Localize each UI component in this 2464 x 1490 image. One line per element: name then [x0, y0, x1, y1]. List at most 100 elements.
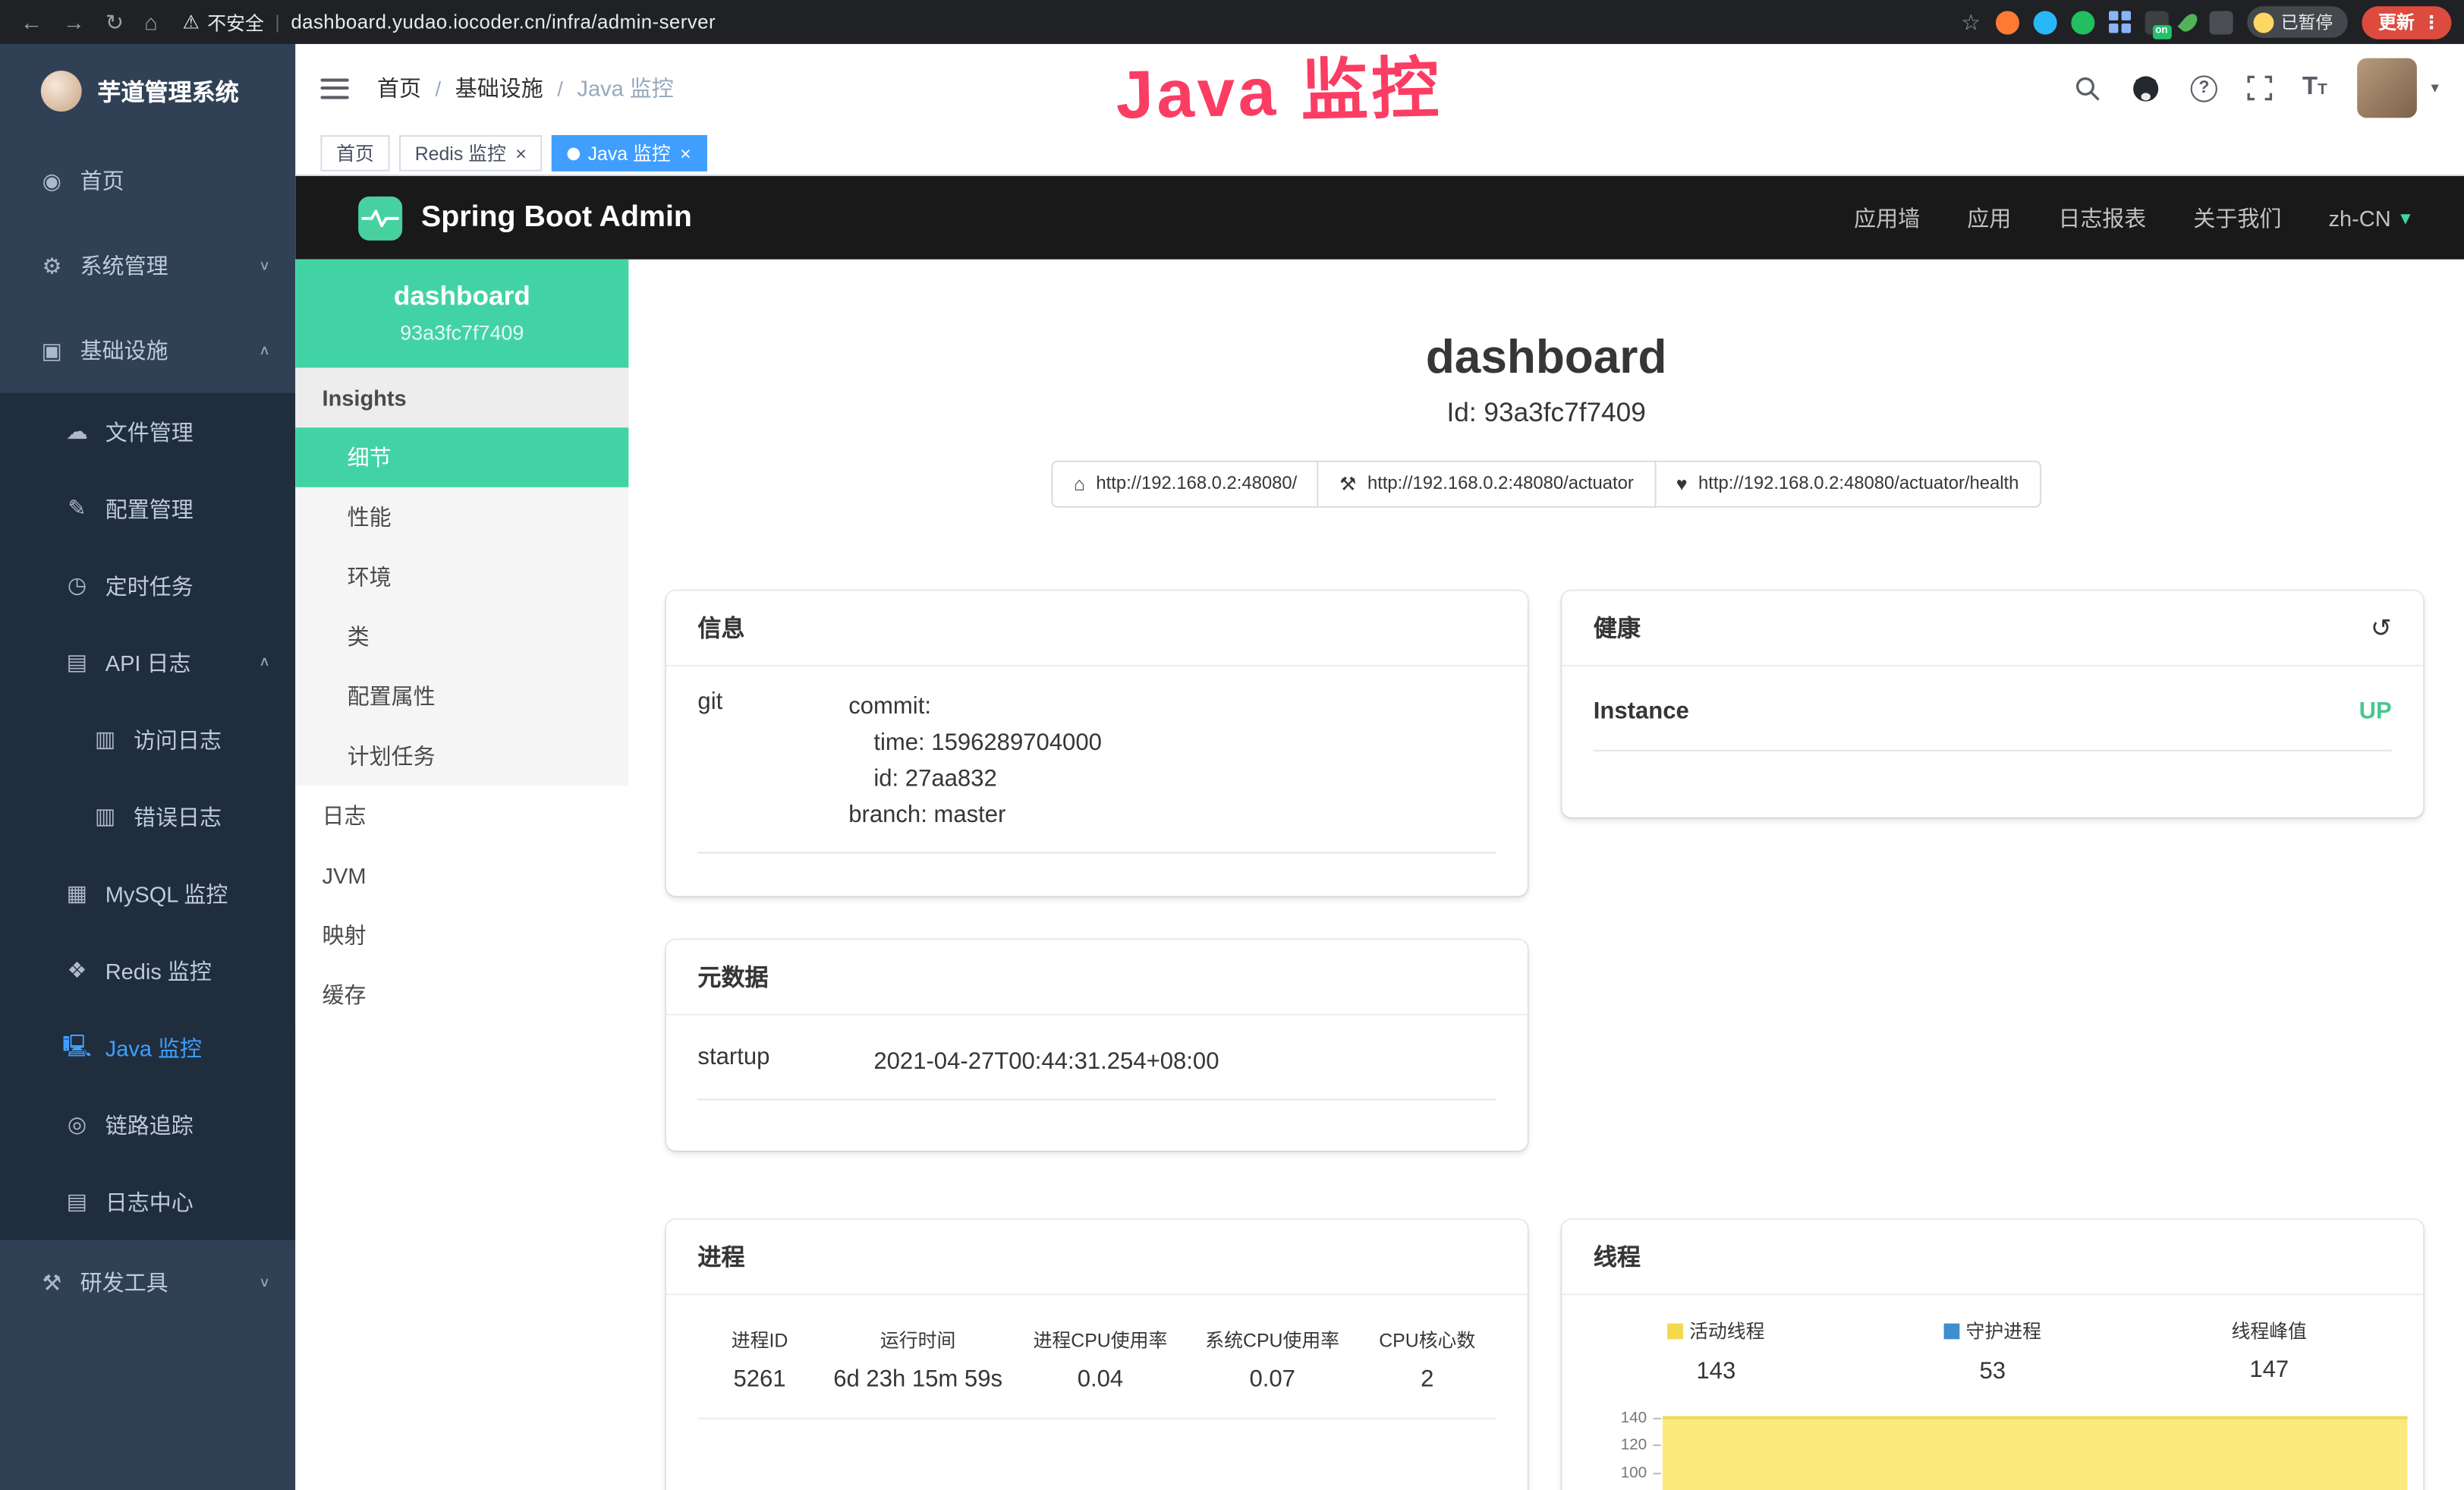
menu-item-scheduled-tasks[interactable]: 计划任务 [295, 726, 628, 786]
menu-item-beans[interactable]: 类 [295, 606, 628, 666]
security-label: 不安全 [207, 8, 264, 35]
sidebar-item-system-mgmt[interactable]: ⚙ 系统管理 ∨ [0, 223, 295, 308]
chrome-update-button[interactable]: 更新 ⋮ [2361, 5, 2451, 38]
tab-home[interactable]: 首页 [320, 135, 389, 172]
sidebar-item-config-mgmt[interactable]: ✎ 配置管理 [0, 470, 295, 547]
screen: ← → ↻ ⌂ ⚠ 不安全 | dashboard.yudao.iocoder.… [0, 0, 2464, 1490]
health-row-instance: Instance UP [1594, 698, 2392, 751]
sidebar-item-scheduled-jobs[interactable]: ◷ 定时任务 [0, 547, 295, 624]
doc-icon: ▥ [88, 803, 123, 830]
font-size-icon[interactable]: TT [2302, 74, 2327, 102]
val-system-cpu: 0.07 [1186, 1359, 1358, 1418]
menu-item-metrics[interactable]: 性能 [295, 487, 628, 547]
card-health: 健康 ↺ Instance UP [1562, 591, 2423, 817]
tab-label: Java 监控 [588, 140, 671, 166]
gear-icon: ⚙ [35, 252, 70, 279]
paused-label: 已暂停 [2281, 9, 2333, 34]
sidebar-item-api-logs[interactable]: ▤ API 日志 ∧ [0, 624, 295, 701]
y-tick-label: 100 [1584, 1464, 1647, 1482]
sidebar-item-label: MySQL 监控 [105, 878, 228, 909]
tools-icon: ⚒ [35, 1269, 70, 1296]
y-tick-label: 140 [1584, 1409, 1647, 1426]
sidebar-item-file-mgmt[interactable]: ☁ 文件管理 [0, 393, 295, 470]
extension-on-icon[interactable]: on [2145, 10, 2168, 33]
extension-pin-icon[interactable] [2033, 10, 2056, 33]
legend-daemon-threads: 守护进程 53 [1855, 1317, 2131, 1384]
clock-icon: ◷ [60, 572, 95, 599]
app-logo[interactable]: 芋道管理系统 [0, 44, 295, 138]
kebab-menu-icon[interactable]: ⋮ [2422, 11, 2440, 33]
sidebar-item-infrastructure[interactable]: ▣ 基础设施 ∧ [0, 308, 295, 393]
menu-item-loggers[interactable]: 日志 [295, 786, 628, 846]
card-process: 进程 进程ID 运行时间 进程CPU使用率 系统CPU使用率 CPU核心数 52… [666, 1220, 1528, 1490]
sidebar-item-label: 文件管理 [105, 416, 194, 447]
info-row-git: git commit: time: 1596289704000 id: 27aa… [697, 688, 1496, 853]
menu-item-caches[interactable]: 缓存 [295, 965, 628, 1025]
home-icon[interactable]: ⌂ [144, 11, 158, 33]
menu-item-config-props[interactable]: 配置属性 [295, 666, 628, 726]
instance-header[interactable]: dashboard 93a3fc7f7409 [295, 260, 628, 368]
github-icon[interactable] [2131, 74, 2160, 102]
sidebar-item-java-monitor[interactable]: 🖳 Java 监控 [0, 1009, 295, 1085]
breadcrumb-home[interactable]: 首页 [377, 72, 421, 103]
sidebar-item-access-logs[interactable]: ▥ 访问日志 [0, 701, 295, 778]
help-icon[interactable]: ? [2191, 74, 2217, 101]
sidebar-item-mysql-monitor[interactable]: ▦ MySQL 监控 [0, 855, 295, 932]
link-label: http://192.168.0.2:48080/actuator/health [1698, 474, 2019, 493]
profile-paused-badge[interactable]: 已暂停 [2246, 6, 2347, 37]
tab-close-icon[interactable]: × [515, 143, 527, 162]
sidebar-item-label: 配置管理 [105, 493, 194, 524]
link-service-url[interactable]: ⌂ http://192.168.0.2:48080/ [1052, 461, 1319, 508]
sidebar-item-label: 日志中心 [105, 1186, 194, 1217]
cloud-icon: ☁ [60, 418, 95, 445]
sidebar-item-error-logs[interactable]: ▥ 错误日志 [0, 778, 295, 855]
tab-java-monitor[interactable]: Java 监控 × [552, 135, 706, 172]
sidebar-item-home[interactable]: ◉ 首页 [0, 138, 295, 223]
sidebar-toggle-icon[interactable] [320, 78, 348, 99]
metadata-row-startup: startup 2021-04-27T00:44:31.254+08:00 [697, 1044, 1496, 1101]
sidebar-item-dev-tools[interactable]: ⚒ 研发工具 ∨ [0, 1240, 295, 1325]
history-icon[interactable]: ↺ [2371, 613, 2392, 644]
avatar-caret-icon[interactable]: ▾ [2431, 80, 2438, 97]
legend-value: 147 [2131, 1356, 2407, 1383]
app-title: 芋道管理系统 [97, 74, 238, 107]
sba-nav-applications[interactable]: 应用 [1967, 202, 2011, 233]
extension-grid-icon[interactable] [2108, 11, 2130, 33]
sidebar-item-tracing[interactable]: ◎ 链路追踪 [0, 1086, 295, 1163]
search-icon[interactable] [2075, 74, 2101, 101]
address-bar[interactable]: dashboard.yudao.iocoder.cn/infra/admin-s… [291, 11, 716, 33]
menu-item-jvm[interactable]: JVM [295, 846, 628, 906]
breadcrumb-current: Java 监控 [577, 72, 674, 103]
back-icon[interactable]: ← [20, 11, 42, 33]
sba-locale-select[interactable]: zh-CN ▾ [2329, 205, 2411, 230]
sidebar-item-label: Java 监控 [105, 1032, 202, 1063]
extension-leaf-icon[interactable] [2177, 10, 2200, 33]
link-actuator-url[interactable]: ⚒ http://192.168.0.2:48080/actuator [1319, 461, 1656, 508]
forward-icon[interactable]: → [63, 11, 85, 33]
sba-nav-journal[interactable]: 日志报表 [2058, 202, 2146, 233]
fullscreen-icon[interactable] [2247, 75, 2272, 100]
bookmark-star-icon[interactable]: ☆ [1961, 11, 1981, 33]
log-icon: ▤ [60, 1189, 95, 1215]
sidebar-item-redis-monitor[interactable]: ❖ Redis 监控 [0, 932, 295, 1009]
edit-icon: ✎ [60, 495, 95, 521]
security-indicator[interactable]: ⚠ 不安全 [183, 8, 264, 35]
extension-green-icon[interactable] [2070, 10, 2094, 33]
extension-fox-icon[interactable] [1995, 10, 2019, 33]
extension-puzzle-icon[interactable] [2209, 10, 2233, 33]
user-avatar[interactable] [2357, 58, 2417, 118]
menu-item-mappings[interactable]: 映射 [295, 906, 628, 966]
reload-icon[interactable]: ↻ [105, 11, 124, 33]
sba-brand-title[interactable]: Spring Boot Admin [421, 200, 692, 235]
menu-item-environment[interactable]: 环境 [295, 547, 628, 607]
tab-redis-monitor[interactable]: Redis 监控 × [399, 135, 543, 172]
sba-nav-about[interactable]: 关于我们 [2193, 202, 2281, 233]
health-status-badge: UP [2359, 698, 2392, 724]
database-icon: ▦ [60, 880, 95, 907]
tab-close-icon[interactable]: × [680, 143, 691, 162]
link-health-url[interactable]: ♥ http://192.168.0.2:48080/actuator/heal… [1656, 461, 2041, 508]
sidebar-item-log-center[interactable]: ▤ 日志中心 [0, 1163, 295, 1240]
sba-nav-wallboard[interactable]: 应用墙 [1854, 202, 1920, 233]
breadcrumb-infrastructure[interactable]: 基础设施 [455, 72, 543, 103]
menu-item-details[interactable]: 细节 [295, 427, 628, 487]
